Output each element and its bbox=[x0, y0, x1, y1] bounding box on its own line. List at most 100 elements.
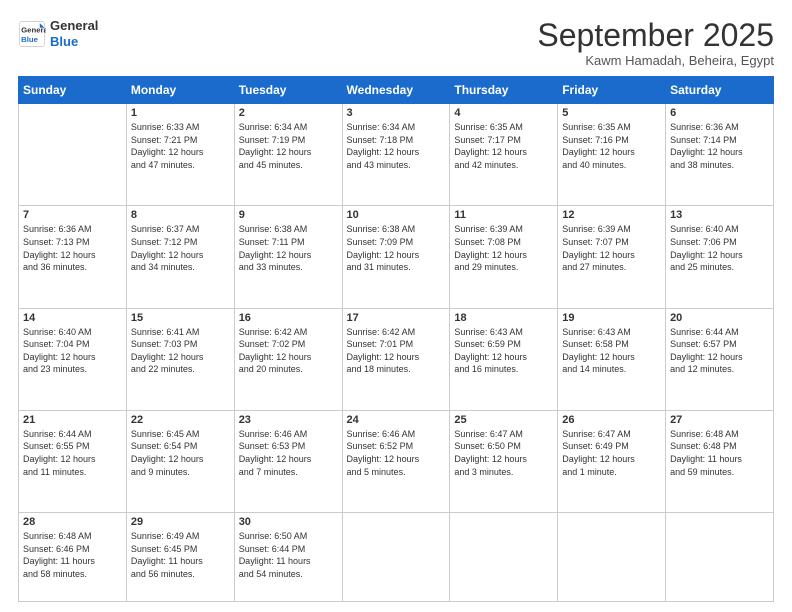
day-number: 18 bbox=[454, 312, 553, 324]
day-number: 21 bbox=[23, 414, 122, 426]
cell-info: Sunrise: 6:46 AM Sunset: 6:52 PM Dayligh… bbox=[347, 428, 446, 478]
cell-info: Sunrise: 6:38 AM Sunset: 7:11 PM Dayligh… bbox=[239, 223, 338, 273]
cell-info: Sunrise: 6:38 AM Sunset: 7:09 PM Dayligh… bbox=[347, 223, 446, 273]
calendar-table: SundayMondayTuesdayWednesdayThursdayFrid… bbox=[18, 76, 774, 602]
calendar-cell bbox=[450, 513, 558, 602]
calendar-cell: 22 Sunrise: 6:45 AM Sunset: 6:54 PM Dayli… bbox=[126, 410, 234, 512]
cell-info: Sunrise: 6:47 AM Sunset: 6:50 PM Dayligh… bbox=[454, 428, 553, 478]
calendar-cell: 1 Sunrise: 6:33 AM Sunset: 7:21 PM Daylig… bbox=[126, 104, 234, 206]
calendar-cell: 12 Sunrise: 6:39 AM Sunset: 7:07 PM Dayli… bbox=[558, 206, 666, 308]
cell-info: Sunrise: 6:49 AM Sunset: 6:45 PM Dayligh… bbox=[131, 530, 230, 580]
week-row-0: 1 Sunrise: 6:33 AM Sunset: 7:21 PM Daylig… bbox=[19, 104, 774, 206]
day-number: 24 bbox=[347, 414, 446, 426]
cell-info: Sunrise: 6:43 AM Sunset: 6:58 PM Dayligh… bbox=[562, 326, 661, 376]
header-row: SundayMondayTuesdayWednesdayThursdayFrid… bbox=[19, 77, 774, 104]
day-number: 26 bbox=[562, 414, 661, 426]
header-cell-thursday: Thursday bbox=[450, 77, 558, 104]
calendar-header: SundayMondayTuesdayWednesdayThursdayFrid… bbox=[19, 77, 774, 104]
calendar-cell: 28 Sunrise: 6:48 AM Sunset: 6:46 PM Dayli… bbox=[19, 513, 127, 602]
calendar-title: September 2025 bbox=[537, 18, 774, 53]
day-number: 9 bbox=[239, 209, 338, 221]
calendar-cell: 8Sunrise: 6:37 AM Sunset: 7:12 PM Daylig… bbox=[126, 206, 234, 308]
cell-info: Sunrise: 6:39 AM Sunset: 7:07 PM Dayligh… bbox=[562, 223, 661, 273]
calendar-cell bbox=[666, 513, 774, 602]
logo-line1: General bbox=[50, 18, 98, 34]
calendar-cell: 17 Sunrise: 6:42 AM Sunset: 7:01 PM Dayli… bbox=[342, 308, 450, 410]
cell-info: Sunrise: 6:36 AM Sunset: 7:13 PM Dayligh… bbox=[23, 223, 122, 273]
cell-info: Sunrise: 6:39 AM Sunset: 7:08 PM Dayligh… bbox=[454, 223, 553, 273]
calendar-cell: 19 Sunrise: 6:43 AM Sunset: 6:58 PM Dayli… bbox=[558, 308, 666, 410]
calendar-cell: 3 Sunrise: 6:34 AM Sunset: 7:18 PM Daylig… bbox=[342, 104, 450, 206]
header-cell-tuesday: Tuesday bbox=[234, 77, 342, 104]
title-block: September 2025 Kawm Hamadah, Beheira, Eg… bbox=[537, 18, 774, 68]
day-number: 6 bbox=[670, 107, 769, 119]
day-number: 22 bbox=[131, 414, 230, 426]
calendar-subtitle: Kawm Hamadah, Beheira, Egypt bbox=[537, 53, 774, 68]
cell-info: Sunrise: 6:35 AM Sunset: 7:16 PM Dayligh… bbox=[562, 121, 661, 171]
cell-info: Sunrise: 6:42 AM Sunset: 7:01 PM Dayligh… bbox=[347, 326, 446, 376]
cell-info: Sunrise: 6:48 AM Sunset: 6:48 PM Dayligh… bbox=[670, 428, 769, 478]
day-number: 1 bbox=[131, 107, 230, 119]
day-number: 7 bbox=[23, 209, 122, 221]
day-number: 5 bbox=[562, 107, 661, 119]
cell-info: Sunrise: 6:37 AM Sunset: 7:12 PM Dayligh… bbox=[131, 223, 230, 273]
calendar-cell: 18Sunrise: 6:43 AM Sunset: 6:59 PM Dayli… bbox=[450, 308, 558, 410]
day-number: 19 bbox=[562, 312, 661, 324]
day-number: 11 bbox=[454, 209, 553, 221]
cell-info: Sunrise: 6:44 AM Sunset: 6:55 PM Dayligh… bbox=[23, 428, 122, 478]
week-row-4: 28 Sunrise: 6:48 AM Sunset: 6:46 PM Dayli… bbox=[19, 513, 774, 602]
cell-info: Sunrise: 6:33 AM Sunset: 7:21 PM Dayligh… bbox=[131, 121, 230, 171]
calendar-cell: 23Sunrise: 6:46 AM Sunset: 6:53 PM Dayli… bbox=[234, 410, 342, 512]
day-number: 2 bbox=[239, 107, 338, 119]
cell-info: Sunrise: 6:46 AM Sunset: 6:53 PM Dayligh… bbox=[239, 428, 338, 478]
day-number: 27 bbox=[670, 414, 769, 426]
logo-line2: Blue bbox=[50, 34, 98, 50]
cell-info: Sunrise: 6:35 AM Sunset: 7:17 PM Dayligh… bbox=[454, 121, 553, 171]
cell-info: Sunrise: 6:41 AM Sunset: 7:03 PM Dayligh… bbox=[131, 326, 230, 376]
header: General Blue General Blue September 2025… bbox=[18, 18, 774, 68]
calendar-cell: 6 Sunrise: 6:36 AM Sunset: 7:14 PM Daylig… bbox=[666, 104, 774, 206]
calendar-cell: 30Sunrise: 6:50 AM Sunset: 6:44 PM Dayli… bbox=[234, 513, 342, 602]
calendar-body: 1 Sunrise: 6:33 AM Sunset: 7:21 PM Daylig… bbox=[19, 104, 774, 602]
calendar-cell: 13 Sunrise: 6:40 AM Sunset: 7:06 PM Dayli… bbox=[666, 206, 774, 308]
cell-info: Sunrise: 6:36 AM Sunset: 7:14 PM Dayligh… bbox=[670, 121, 769, 171]
day-number: 12 bbox=[562, 209, 661, 221]
calendar-cell: 20Sunrise: 6:44 AM Sunset: 6:57 PM Dayli… bbox=[666, 308, 774, 410]
day-number: 25 bbox=[454, 414, 553, 426]
day-number: 28 bbox=[23, 516, 122, 528]
header-cell-saturday: Saturday bbox=[666, 77, 774, 104]
cell-info: Sunrise: 6:34 AM Sunset: 7:18 PM Dayligh… bbox=[347, 121, 446, 171]
calendar-cell: 27 Sunrise: 6:48 AM Sunset: 6:48 PM Dayli… bbox=[666, 410, 774, 512]
header-cell-wednesday: Wednesday bbox=[342, 77, 450, 104]
week-row-3: 21 Sunrise: 6:44 AM Sunset: 6:55 PM Dayli… bbox=[19, 410, 774, 512]
calendar-cell: 26 Sunrise: 6:47 AM Sunset: 6:49 PM Dayli… bbox=[558, 410, 666, 512]
cell-info: Sunrise: 6:40 AM Sunset: 7:06 PM Dayligh… bbox=[670, 223, 769, 273]
calendar-cell bbox=[558, 513, 666, 602]
page: General Blue General Blue September 2025… bbox=[0, 0, 792, 612]
day-number: 15 bbox=[131, 312, 230, 324]
cell-info: Sunrise: 6:47 AM Sunset: 6:49 PM Dayligh… bbox=[562, 428, 661, 478]
calendar-cell: 15 Sunrise: 6:41 AM Sunset: 7:03 PM Dayli… bbox=[126, 308, 234, 410]
day-number: 4 bbox=[454, 107, 553, 119]
calendar-cell: 9 Sunrise: 6:38 AM Sunset: 7:11 PM Daylig… bbox=[234, 206, 342, 308]
header-cell-monday: Monday bbox=[126, 77, 234, 104]
day-number: 29 bbox=[131, 516, 230, 528]
svg-text:Blue: Blue bbox=[21, 34, 39, 43]
cell-info: Sunrise: 6:50 AM Sunset: 6:44 PM Dayligh… bbox=[239, 530, 338, 580]
calendar-cell: 5 Sunrise: 6:35 AM Sunset: 7:16 PM Daylig… bbox=[558, 104, 666, 206]
cell-info: Sunrise: 6:48 AM Sunset: 6:46 PM Dayligh… bbox=[23, 530, 122, 580]
calendar-cell: 21 Sunrise: 6:44 AM Sunset: 6:55 PM Dayli… bbox=[19, 410, 127, 512]
header-cell-sunday: Sunday bbox=[19, 77, 127, 104]
calendar-cell: 16Sunrise: 6:42 AM Sunset: 7:02 PM Dayli… bbox=[234, 308, 342, 410]
logo-icon: General Blue bbox=[18, 20, 46, 48]
cell-info: Sunrise: 6:40 AM Sunset: 7:04 PM Dayligh… bbox=[23, 326, 122, 376]
week-row-1: 7 Sunrise: 6:36 AM Sunset: 7:13 PM Daylig… bbox=[19, 206, 774, 308]
calendar-cell: 24 Sunrise: 6:46 AM Sunset: 6:52 PM Dayli… bbox=[342, 410, 450, 512]
day-number: 13 bbox=[670, 209, 769, 221]
calendar-cell: 2 Sunrise: 6:34 AM Sunset: 7:19 PM Daylig… bbox=[234, 104, 342, 206]
day-number: 17 bbox=[347, 312, 446, 324]
cell-info: Sunrise: 6:34 AM Sunset: 7:19 PM Dayligh… bbox=[239, 121, 338, 171]
day-number: 3 bbox=[347, 107, 446, 119]
cell-info: Sunrise: 6:45 AM Sunset: 6:54 PM Dayligh… bbox=[131, 428, 230, 478]
cell-info: Sunrise: 6:42 AM Sunset: 7:02 PM Dayligh… bbox=[239, 326, 338, 376]
